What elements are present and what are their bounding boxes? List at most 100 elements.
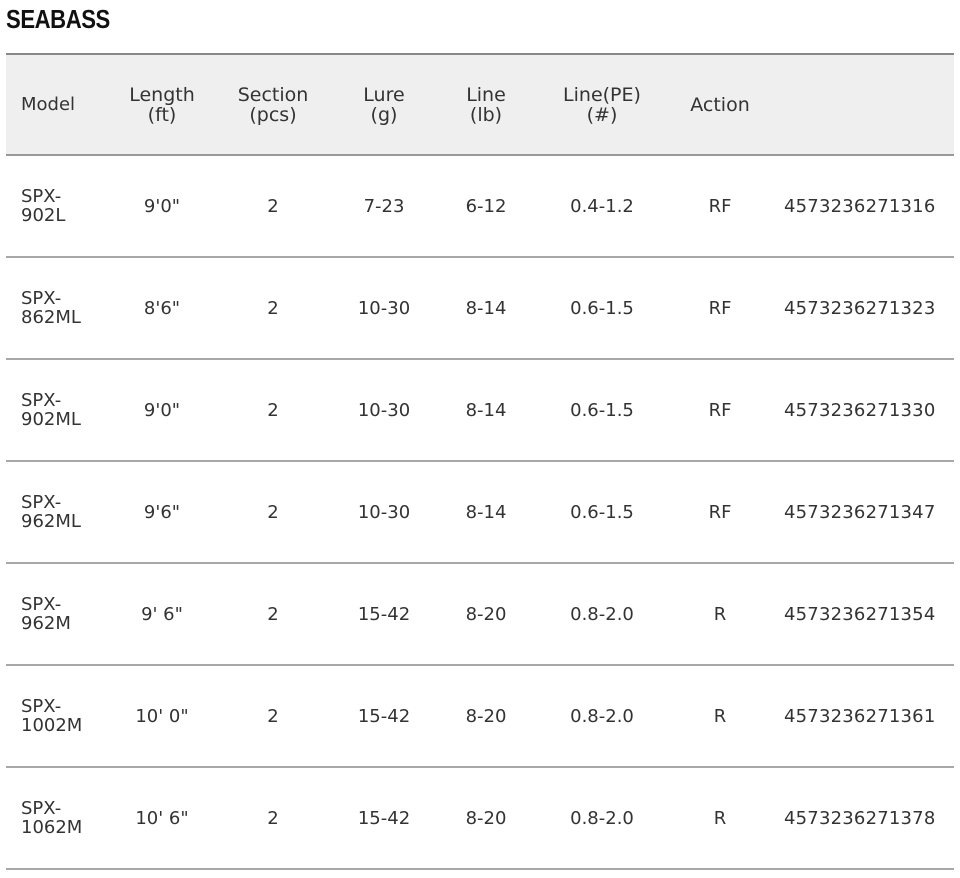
header-line-label: Line [466, 83, 506, 106]
header-length-unit: (ft) [147, 103, 177, 126]
cell-line: 8-14 [465, 399, 507, 421]
cell-length: 9'6" [143, 501, 181, 523]
cell-section: 2 [267, 807, 279, 829]
cell-line-pe: 0.8-2.0 [570, 807, 634, 829]
cell-section: 2 [267, 705, 279, 727]
cell-section: 2 [267, 501, 279, 523]
header-model-label: Model [21, 93, 76, 115]
cell-jan: 4573236271347 [784, 501, 936, 523]
model-code: 962ML [21, 511, 81, 532]
table-row: SPX- 902L 9'0" 2 7-23 6-12 0.4-1.2 RF 457… [6, 155, 954, 257]
cell-action: R [713, 705, 727, 727]
table-row: SPX- 962M 9' 6" 2 15-42 8-20 0.8-2.0 R 45… [6, 563, 954, 665]
cell-line: 8-14 [465, 297, 507, 319]
cell-line: 8-14 [465, 501, 507, 523]
header-model: Model [6, 54, 110, 155]
cell-action: RF [708, 297, 732, 319]
header-action-label: Action [690, 93, 750, 116]
cell-action: R [713, 603, 727, 625]
model-prefix: SPX- [21, 390, 62, 411]
model-code: 862ML [21, 307, 81, 328]
header-section: Section (pcs) [214, 54, 332, 155]
cell-model: SPX- 902ML [6, 359, 110, 461]
cell-line-pe: 0.6-1.5 [570, 501, 634, 523]
table-row: SPX- 902ML 9'0" 2 10-30 8-14 0.6-1.5 RF 4… [6, 359, 954, 461]
header-lure-label: Lure [363, 83, 405, 106]
header-row: Model Length (ft) Section (pcs) Lure (g) Li… [6, 54, 954, 155]
cell-lure: 10-30 [357, 297, 411, 319]
cell-line: 8-20 [465, 603, 507, 625]
header-length: Length (ft) [110, 54, 214, 155]
model-prefix: SPX- [21, 696, 62, 717]
cell-line: 6-12 [465, 195, 507, 217]
model-prefix: SPX- [21, 186, 62, 207]
cell-line: 8-20 [465, 807, 507, 829]
cell-section: 2 [267, 297, 279, 319]
cell-section: 2 [267, 195, 279, 217]
cell-action: RF [708, 399, 732, 421]
header-lure: Lure (g) [332, 54, 436, 155]
model-prefix: SPX- [21, 492, 62, 513]
header-line: Line (lb) [436, 54, 536, 155]
cell-action: RF [708, 195, 732, 217]
cell-model: SPX- 962ML [6, 461, 110, 563]
header-lure-unit: (g) [370, 103, 398, 126]
table-row: SPX- 1062M 10' 6" 2 15-42 8-20 0.8-2.0 R … [6, 767, 954, 869]
table-row: SPX- 962ML 9'6" 2 10-30 8-14 0.6-1.5 RF 4… [6, 461, 954, 563]
cell-lure: 15-42 [357, 807, 411, 829]
page-title: SEABASS [6, 4, 110, 34]
table-header: Model Length (ft) Section (pcs) Lure (g) Li… [6, 54, 954, 155]
header-action: Action [668, 54, 772, 155]
header-jan [772, 54, 954, 155]
cell-jan: 4573236271316 [784, 195, 936, 217]
table-body: SPX- 902L 9'0" 2 7-23 6-12 0.4-1.2 RF 457… [6, 155, 954, 869]
cell-model: SPX- 962M [6, 563, 110, 665]
cell-model: SPX- 862ML [6, 257, 110, 359]
table-row: SPX- 862ML 8'6" 2 10-30 8-14 0.6-1.5 RF 4… [6, 257, 954, 359]
model-code: 1062M [21, 817, 83, 838]
cell-length: 9' 6" [141, 603, 183, 625]
cell-length: 10' 0" [135, 705, 189, 727]
cell-length: 9'0" [143, 399, 181, 421]
cell-line-pe: 0.8-2.0 [570, 603, 634, 625]
cell-length: 9'0" [143, 195, 181, 217]
header-line-pe-unit: (#) [586, 103, 618, 126]
model-code: 902ML [21, 409, 81, 430]
cell-line: 8-20 [465, 705, 507, 727]
cell-section: 2 [267, 399, 279, 421]
header-line-pe: Line(PE) (#) [536, 54, 668, 155]
model-prefix: SPX- [21, 798, 62, 819]
cell-lure: 10-30 [357, 399, 411, 421]
cell-line-pe: 0.6-1.5 [570, 297, 634, 319]
model-prefix: SPX- [21, 288, 62, 309]
cell-length: 8'6" [143, 297, 181, 319]
header-line-pe-label: Line(PE) [563, 83, 641, 106]
header-line-unit: (lb) [469, 103, 503, 126]
cell-line-pe: 0.4-1.2 [570, 195, 634, 217]
header-length-label: Length [129, 83, 195, 106]
header-section-label: Section [237, 83, 309, 106]
cell-model: SPX- 1062M [6, 767, 110, 869]
cell-lure: 10-30 [357, 501, 411, 523]
cell-model: SPX- 902L [6, 155, 110, 257]
cell-line-pe: 0.8-2.0 [570, 705, 634, 727]
cell-jan: 4573236271330 [784, 399, 936, 421]
cell-jan: 4573236271323 [784, 297, 936, 319]
cell-lure: 15-42 [357, 603, 411, 625]
cell-lure: 15-42 [357, 705, 411, 727]
spec-table: Model Length (ft) Section (pcs) Lure (g) Li… [6, 53, 954, 870]
cell-section: 2 [267, 603, 279, 625]
cell-lure: 7-23 [363, 195, 405, 217]
cell-jan: 4573236271354 [784, 603, 936, 625]
cell-jan: 4573236271361 [784, 705, 936, 727]
cell-action: RF [708, 501, 732, 523]
header-section-unit: (pcs) [249, 103, 297, 126]
cell-length: 10' 6" [135, 807, 189, 829]
model-code: 1002M [21, 715, 83, 736]
model-prefix: SPX- [21, 594, 62, 615]
model-code: 962M [21, 613, 71, 634]
cell-action: R [713, 807, 727, 829]
cell-line-pe: 0.6-1.5 [570, 399, 634, 421]
cell-model: SPX- 1002M [6, 665, 110, 767]
table-row: SPX- 1002M 10' 0" 2 15-42 8-20 0.8-2.0 R … [6, 665, 954, 767]
